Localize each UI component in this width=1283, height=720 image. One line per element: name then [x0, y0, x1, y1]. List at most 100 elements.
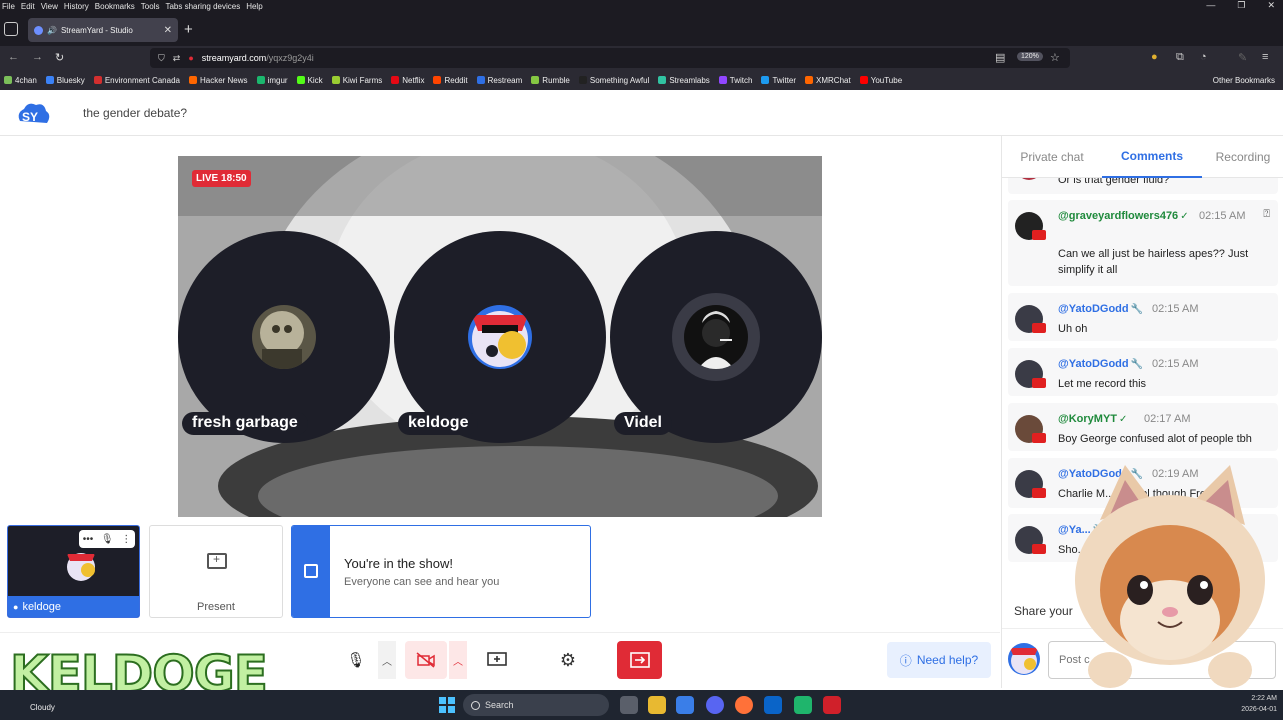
leave-studio-button[interactable] — [617, 641, 662, 679]
firefox-icon[interactable] — [735, 696, 753, 714]
bookmark-item[interactable]: Kick — [296, 76, 323, 85]
discord-icon[interactable] — [706, 696, 724, 714]
broadcast-title[interactable]: the gender debate? — [83, 106, 187, 120]
bookmark-item[interactable]: Bluesky — [45, 75, 85, 85]
comment-item[interactable]: @YatoDGodd 🔧 02:15 AM Uh oh — [1008, 293, 1278, 341]
avatar — [64, 548, 98, 582]
other-bookmarks[interactable]: Other Bookmarks — [1213, 76, 1275, 85]
menu-tabs-sharing[interactable]: Tabs sharing devices — [165, 2, 240, 11]
bookmark-item[interactable]: Twitter — [761, 76, 796, 85]
share-screen-button[interactable] — [476, 641, 518, 679]
bookmark-item[interactable]: Reddit — [433, 76, 468, 85]
bookmark-favicon-icon — [761, 76, 770, 84]
speaker-icon[interactable]: 🔊 — [47, 26, 57, 35]
menu-bar: File Edit View History Bookmarks Tools T… — [0, 0, 1283, 12]
bookmark-item[interactable]: Restream — [476, 75, 523, 85]
app-icon[interactable] — [764, 696, 782, 714]
bookmark-item[interactable]: YouTube — [859, 76, 902, 85]
back-icon[interactable]: ← — [8, 51, 19, 63]
tab-comments[interactable]: Comments — [1102, 136, 1202, 178]
bookmark-item[interactable]: Streamlabs — [658, 76, 710, 85]
bookmark-item[interactable]: Twitch — [718, 76, 752, 85]
system-clock[interactable]: 2:22 AM 2026-04-01 — [1241, 693, 1277, 715]
tab-private-chat[interactable]: Private chat — [1012, 136, 1092, 178]
bookmark-favicon-icon — [476, 76, 485, 84]
permissions-icon[interactable]: ⇄ — [173, 53, 181, 64]
menu-edit[interactable]: Edit — [21, 2, 35, 11]
copilot-icon[interactable] — [676, 696, 694, 714]
bookmark-item[interactable]: Environment Canada — [93, 76, 180, 85]
microphone-icon[interactable]: 🎙 — [101, 534, 114, 545]
bookmark-star-icon[interactable]: ☆ — [1050, 51, 1060, 64]
present-button[interactable]: Present — [149, 525, 283, 618]
menu-history[interactable]: History — [64, 2, 89, 11]
menu-bookmarks[interactable]: Bookmarks — [95, 2, 135, 11]
close-window-icon[interactable]: ✕ — [1267, 0, 1275, 12]
camera-options-caret[interactable]: ︿ — [449, 641, 467, 679]
comment-author-name: @graveyardflowers476 — [1058, 210, 1179, 222]
menu-file[interactable]: File — [2, 2, 15, 11]
question-icon[interactable]: ⍰ — [1263, 208, 1270, 221]
account-icon[interactable]: ◔ — [1200, 51, 1207, 63]
menu-view[interactable]: View — [41, 2, 58, 11]
url-bar[interactable]: ⛉ ⇄ ● streamyard.com /yqxz9g2y4i — [150, 48, 1070, 68]
task-view-icon[interactable] — [620, 696, 638, 714]
mic-active-icon[interactable]: ● — [188, 53, 193, 63]
disabled-extension-icon[interactable]: ✎ — [1238, 51, 1247, 64]
streamlabs-icon[interactable] — [794, 696, 812, 714]
bookmark-item[interactable]: Kiwi Farms — [331, 75, 383, 85]
hamburger-menu-icon[interactable]: ≡ — [1262, 51, 1268, 63]
bookmark-item[interactable]: imgur — [256, 76, 288, 85]
tab-recording[interactable]: Recording — [1208, 136, 1278, 178]
comment-item[interactable]: @graveyardflowers476 ✓ 02:15 AM Can we all … — [1008, 200, 1278, 286]
comment-time: 02:15 AM — [1199, 210, 1246, 222]
mute-button[interactable]: 🎙 — [335, 641, 377, 679]
bookmark-item[interactable]: Something Awful — [578, 76, 649, 85]
bookmarks-bar: 4chan Bluesky Environment Canada Hacker New… — [0, 70, 1283, 90]
taskbar-search[interactable]: Search — [463, 694, 609, 716]
shield-icon[interactable]: ⛉ — [158, 53, 165, 64]
extension-icon[interactable]: ● — [1151, 51, 1158, 63]
new-tab-icon[interactable]: + — [184, 21, 193, 38]
present-screen-icon — [207, 552, 227, 569]
reload-icon[interactable]: ↻ — [55, 51, 64, 64]
streamyard-logo-icon[interactable]: SY — [14, 99, 52, 129]
bookmark-label: Bluesky — [56, 75, 85, 85]
minimize-icon[interactable]: — — [1206, 0, 1215, 12]
more-dots-icon[interactable]: ••• — [83, 534, 94, 545]
comment-item[interactable]: @YatoDGodd 🔧 02:15 AM Let me record this — [1008, 348, 1278, 396]
bookmark-label: Kiwi Farms — [342, 75, 383, 85]
self-preview-tile[interactable]: ••• 🎙 ⋮ ● keldoge — [7, 525, 140, 618]
comment-item[interactable]: @KoryMYT ✓ 02:17 AM Boy George confused alo… — [1008, 403, 1278, 451]
bookmark-item[interactable]: Hacker News — [188, 76, 248, 85]
self-tile-label: ● keldoge — [8, 596, 139, 617]
tab-strip: 🔊 StreamYard - Studio ✕ + — [0, 12, 1283, 46]
forward-icon[interactable]: → — [32, 51, 43, 63]
tab-list-icon[interactable] — [4, 22, 18, 36]
close-tab-icon[interactable]: ✕ — [164, 25, 172, 36]
extensions-puzzle-icon[interactable]: ⧉ — [1176, 51, 1184, 64]
windows-start-icon[interactable] — [439, 697, 455, 713]
zoom-level[interactable]: 120% — [1017, 52, 1043, 61]
mic-options-caret[interactable]: ︿ — [378, 641, 396, 679]
bookmark-item[interactable]: Rumble — [531, 76, 570, 85]
need-help-button[interactable]: ⓘ Need help? — [887, 642, 991, 678]
restore-icon[interactable]: ❐ — [1237, 0, 1245, 12]
menu-tools[interactable]: Tools — [141, 2, 160, 11]
file-explorer-icon[interactable] — [648, 696, 666, 714]
live-badge: LIVE 18:50 — [192, 170, 251, 187]
youtube-icon[interactable] — [823, 696, 841, 714]
bookmark-item[interactable]: XMRChat — [805, 76, 851, 85]
bookmark-item[interactable]: Netflix — [391, 76, 424, 85]
settings-button[interactable]: ⚙ — [547, 641, 589, 679]
need-help-label: Need help? — [916, 653, 979, 667]
kebab-menu-icon[interactable]: ⋮ — [121, 534, 131, 545]
camera-toggle-button[interactable] — [405, 641, 447, 679]
reader-view-icon[interactable]: ▤ — [995, 51, 1005, 64]
bookmark-label: Restream — [487, 75, 523, 85]
bookmark-item[interactable]: 4chan — [4, 76, 37, 85]
weather-widget[interactable]: Cloudy — [30, 703, 55, 712]
menu-help[interactable]: Help — [246, 2, 262, 11]
bookmark-label: 4chan — [15, 75, 37, 85]
tab-streamyard[interactable]: 🔊 StreamYard - Studio ✕ — [28, 18, 178, 42]
